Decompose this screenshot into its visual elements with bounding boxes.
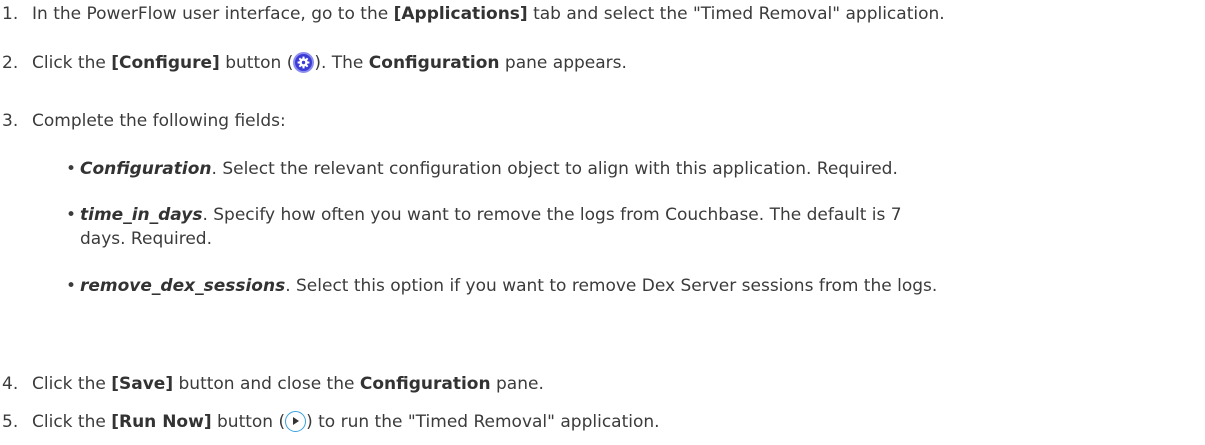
step-text: button ( xyxy=(211,412,286,432)
step-text: In the PowerFlow user interface, go to t… xyxy=(32,4,394,24)
field-description-continued: days. Required. xyxy=(80,229,212,249)
step-text: button ( xyxy=(219,53,294,73)
step-2: 2. Click the [Configure] button ( ). The C… xyxy=(0,52,627,74)
step-number: 1. xyxy=(2,4,19,24)
step-text: Click the xyxy=(32,412,112,432)
field-name: Configuration xyxy=(80,159,212,179)
step-text: pane. xyxy=(490,374,544,394)
step-number: 4. xyxy=(2,374,19,394)
bullet-marker: • xyxy=(66,276,77,296)
step-5: 5. Click the [Run Now] button ( ) to run t… xyxy=(0,411,660,433)
configure-button-label: [Configure] xyxy=(111,53,220,73)
field-description: . Select the relevant configuration obje… xyxy=(211,159,898,179)
step-text: pane appears. xyxy=(499,53,627,73)
field-description: . Select this option if you want to remo… xyxy=(285,276,938,296)
step-number: 5. xyxy=(2,412,19,432)
field-description: . Specify how often you want to remove t… xyxy=(202,205,902,225)
step-text: Complete the following fields: xyxy=(32,111,286,131)
field-name: remove_dex_sessions xyxy=(80,276,286,296)
instructions-document: 1. In the PowerFlow user interface, go to… xyxy=(0,0,1205,445)
step-number: 2. xyxy=(2,53,19,73)
gear-icon xyxy=(293,52,315,73)
step-4: 4. Click the [Save] button and close the … xyxy=(0,373,544,395)
configuration-pane-label: Configuration xyxy=(368,53,500,73)
step-text: tab and select the "Timed Removal" appli… xyxy=(527,4,945,24)
field-name: time_in_days xyxy=(80,205,203,225)
applications-tab-label: [Applications] xyxy=(393,4,528,24)
play-icon xyxy=(285,411,307,432)
step-1: 1. In the PowerFlow user interface, go to… xyxy=(0,3,945,25)
step-text: ) to run the "Timed Removal" application… xyxy=(306,412,660,432)
step-number: 3. xyxy=(2,111,19,131)
step-text: Click the xyxy=(32,53,112,73)
run-now-button-label: [Run Now] xyxy=(111,412,212,432)
configuration-pane-label: Configuration xyxy=(359,374,491,394)
bullet-marker: • xyxy=(66,205,77,225)
bullet-marker: • xyxy=(66,159,77,179)
step-text: ). The xyxy=(314,53,369,73)
save-button-label: [Save] xyxy=(111,374,174,394)
step-text: Click the xyxy=(32,374,112,394)
step-3: 3. Complete the following fields: xyxy=(0,110,286,132)
step-text: button and close the xyxy=(173,374,360,394)
